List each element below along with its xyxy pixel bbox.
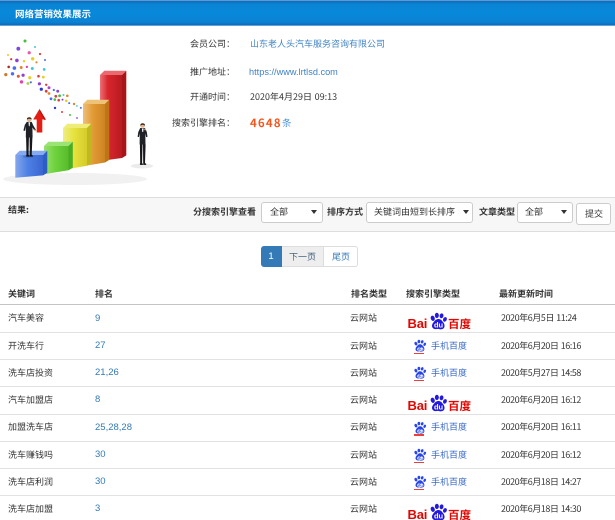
svg-text:du: du [417,455,422,460]
svg-text:du: du [417,428,422,433]
svg-text:du: du [417,374,422,379]
svg-text:du: du [433,320,443,329]
svg-text:du: du [417,346,422,351]
svg-text:du: du [433,402,443,411]
svg-text:du: du [417,483,422,488]
svg-text:du: du [433,511,443,520]
